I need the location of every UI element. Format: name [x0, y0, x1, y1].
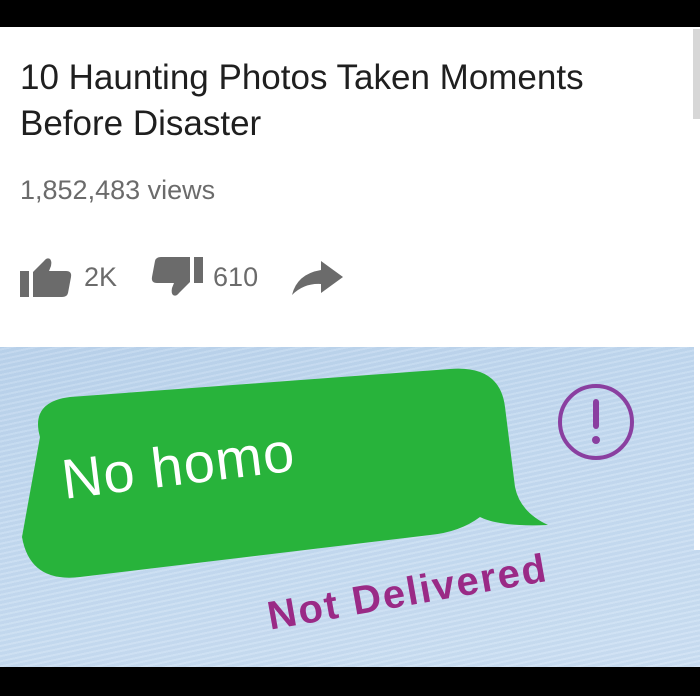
video-actions-row: 2K 610: [18, 255, 376, 299]
like-button[interactable]: 2K: [18, 255, 117, 299]
thumbs-up-icon: [18, 255, 76, 299]
exclamation-circle-icon[interactable]: [556, 379, 636, 465]
scrollbar-thumb[interactable]: [693, 29, 700, 119]
like-count: 2K: [84, 261, 118, 292]
dislike-count: 610: [213, 261, 259, 292]
bottom-black-bar: [0, 667, 700, 696]
thumbs-down-icon: [147, 255, 205, 299]
dislike-button[interactable]: 610: [147, 255, 258, 299]
share-arrow-icon: [288, 255, 346, 299]
right-edge-strip: [694, 270, 700, 550]
top-black-bar: [0, 0, 700, 27]
video-title[interactable]: 10 Haunting Photos Taken Moments Before …: [20, 55, 640, 147]
share-button[interactable]: [288, 255, 346, 299]
view-count: 1,852,483 views: [20, 175, 216, 205]
video-info-panel: 10 Haunting Photos Taken Moments Before …: [0, 27, 700, 347]
text-message-panel: No homo Not Delivered: [0, 347, 700, 667]
